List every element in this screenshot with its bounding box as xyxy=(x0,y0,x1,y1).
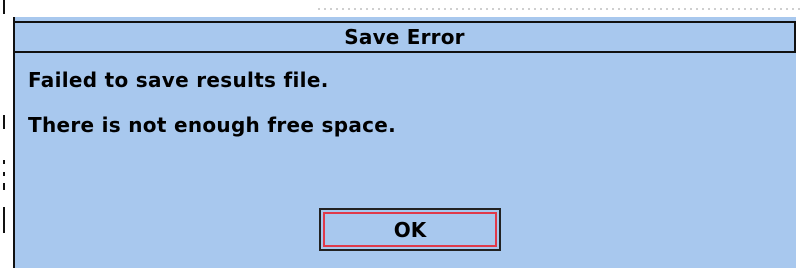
dialog-title-bar: Save Error xyxy=(15,21,796,53)
screen-artifact xyxy=(3,172,5,176)
error-message-line-1: Failed to save results file. xyxy=(28,68,329,92)
screen-artifact xyxy=(3,0,5,14)
background-dotted-line xyxy=(318,8,800,10)
error-message-line-2: There is not enough free space. xyxy=(28,113,397,137)
ok-button-label: OK xyxy=(323,212,497,247)
ok-button[interactable]: OK xyxy=(319,208,501,251)
save-error-dialog: Save Error Failed to save results file. … xyxy=(13,17,796,268)
dialog-title: Save Error xyxy=(344,25,465,49)
screen-artifact xyxy=(3,183,5,190)
screen: Save Error Failed to save results file. … xyxy=(0,0,800,268)
screen-artifact xyxy=(3,207,5,233)
screen-artifact xyxy=(3,160,5,164)
screen-artifact xyxy=(3,115,5,129)
